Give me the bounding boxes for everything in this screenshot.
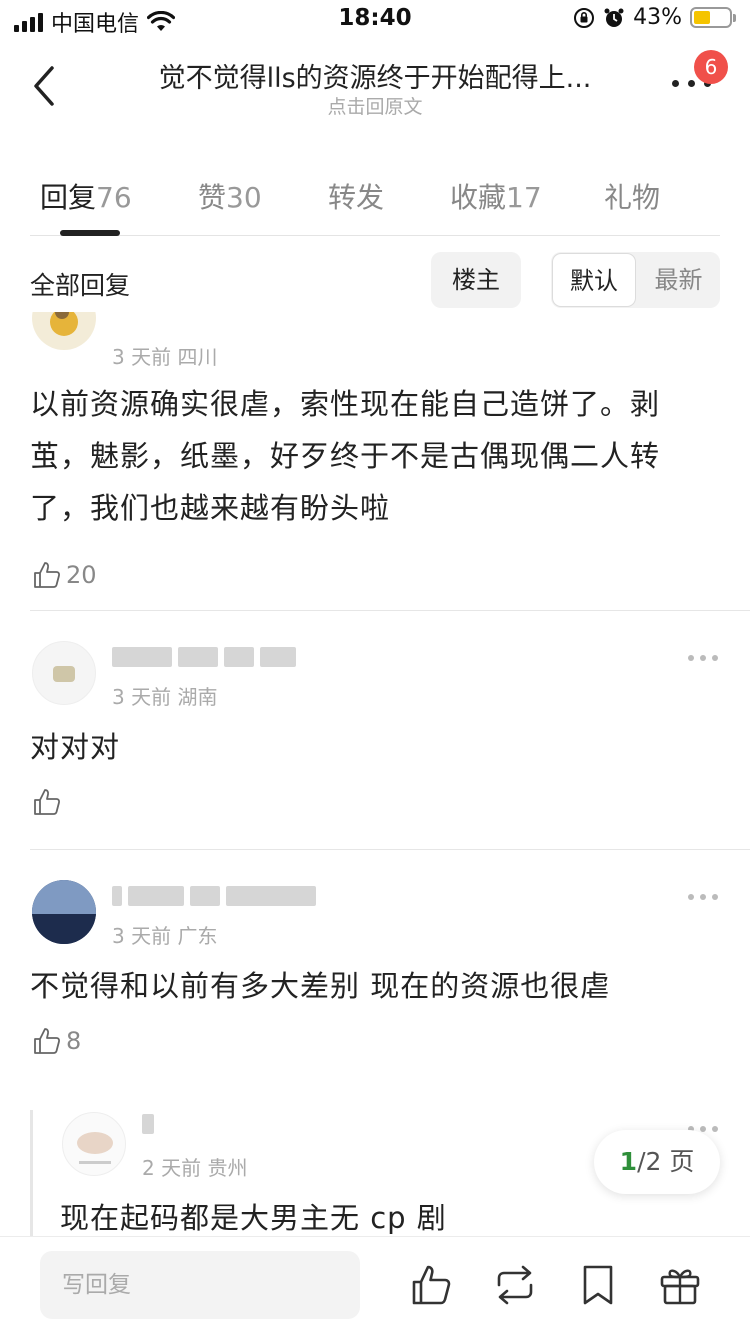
reply-input[interactable]: 写回复 (40, 1251, 360, 1319)
status-right: 43% (573, 5, 736, 30)
reply-text: 以前资源确实很虐，索性现在能自己造饼了。剥 茧，魅影，纸墨，好歹终于不是古偶现偶… (30, 378, 720, 534)
avatar[interactable] (32, 312, 96, 350)
tab-reposts[interactable]: 转发 (328, 176, 384, 216)
total-pages: /2 页 (637, 1147, 695, 1176)
tab-label: 收藏 (450, 181, 507, 214)
page-indicator[interactable]: 1/2 页 (594, 1130, 720, 1194)
reply-more-icon[interactable] (688, 892, 720, 902)
like-button[interactable]: 20 (32, 560, 97, 590)
reply-text: 现在起码都是大男主无 cp 剧 (60, 1192, 720, 1236)
reply-item: 3 天前 四川 以前资源确实很虐，索性现在能自己造饼了。剥 茧，魅影，纸墨，好歹… (0, 312, 750, 610)
op-only-button[interactable]: 楼主 (431, 252, 521, 308)
like-count: 20 (66, 561, 97, 589)
reply-text-line: 茧，魅影，纸墨，好歹终于不是古偶现偶二人转 (30, 439, 661, 473)
notification-badge: 6 (694, 50, 728, 84)
tab-favorites[interactable]: 收藏17 (450, 176, 542, 216)
post-header: 觉不觉得lls的资源终于开始配得上... 点击回原文 6 (0, 40, 750, 125)
reply-meta: 2 天前 贵州 (142, 1156, 248, 1180)
reply-more-icon[interactable] (688, 653, 720, 663)
reply-item: 3 天前 湖南 对对对 (0, 611, 750, 849)
status-bar: 中国电信 18:40 43% (0, 0, 750, 40)
sort-default-option[interactable]: 默认 (552, 253, 636, 307)
tab-count: 17 (506, 181, 542, 214)
avatar[interactable] (32, 641, 96, 705)
reply-text-line: 了，我们也越来越有盼头啦 (30, 491, 391, 525)
back-to-original-link[interactable]: 点击回原文 (0, 92, 750, 119)
reply-text-line: 不觉得和以前有多大差别 现在的资源也很虐 (30, 969, 611, 1003)
like-button[interactable] (32, 787, 66, 817)
like-button[interactable]: 8 (32, 1026, 81, 1056)
sort-latest-option[interactable]: 最新 (637, 252, 720, 308)
repost-icon[interactable] (493, 1263, 537, 1307)
reply-text-line: 现在起码都是大男主无 cp 剧 (60, 1201, 447, 1235)
current-page: 1 (619, 1147, 638, 1176)
replies-feed[interactable]: 3 天前 四川 以前资源确实很虐，索性现在能自己造饼了。剥 茧，魅影，纸墨，好歹… (0, 312, 750, 1236)
active-tab-indicator (60, 230, 120, 236)
post-title[interactable]: 觉不觉得lls的资源终于开始配得上... (110, 56, 640, 95)
like-count: 8 (66, 1027, 82, 1055)
tab-gifts[interactable]: 礼物 (604, 176, 660, 216)
sort-toggle: 默认 最新 (551, 252, 720, 308)
username-blurred[interactable] (112, 643, 296, 671)
thumbs-up-icon (34, 562, 61, 588)
tab-label: 回复 (40, 181, 97, 214)
tab-likes[interactable]: 赞30 (198, 176, 262, 216)
bookmark-icon[interactable] (576, 1263, 620, 1307)
tab-label: 礼物 (604, 181, 661, 214)
avatar[interactable] (62, 1112, 126, 1176)
gift-icon[interactable] (658, 1263, 702, 1307)
reply-text: 对对对 (30, 721, 720, 773)
thumbs-up-icon (34, 1028, 61, 1054)
reply-item: 3 天前 广东 不觉得和以前有多大差别 现在的资源也很虐 8 (0, 850, 750, 1090)
battery-icon (690, 7, 736, 28)
all-replies-label: 全部回复 (30, 271, 131, 300)
reply-meta: 3 天前 湖南 (112, 685, 218, 709)
battery-percent: 43% (633, 5, 682, 30)
tab-replies[interactable]: 回复76 (40, 176, 132, 216)
username-blurred[interactable] (142, 1110, 154, 1138)
reply-text-line: 以前资源确实很虐，索性现在能自己造饼了。剥 (30, 387, 661, 421)
tab-count: 76 (96, 181, 132, 214)
tab-count: 30 (226, 181, 262, 214)
reply-text: 不觉得和以前有多大差别 现在的资源也很虐 (30, 960, 720, 1012)
orientation-lock-icon (574, 7, 595, 28)
like-post-icon[interactable] (410, 1263, 454, 1307)
bottom-action-bar: 写回复 (0, 1236, 750, 1334)
reply-meta: 3 天前 广东 (112, 924, 218, 948)
tab-label: 赞 (198, 181, 227, 214)
avatar[interactable] (32, 880, 96, 944)
tab-bar: 回复76 赞30 转发 收藏17 礼物 (30, 158, 720, 236)
username-blurred[interactable] (112, 882, 316, 910)
reply-meta: 3 天前 四川 (112, 345, 218, 369)
reply-text-line: 对对对 (30, 730, 121, 764)
thumbs-up-icon (34, 789, 61, 815)
tab-label: 转发 (328, 181, 385, 214)
alarm-icon (604, 8, 624, 27)
